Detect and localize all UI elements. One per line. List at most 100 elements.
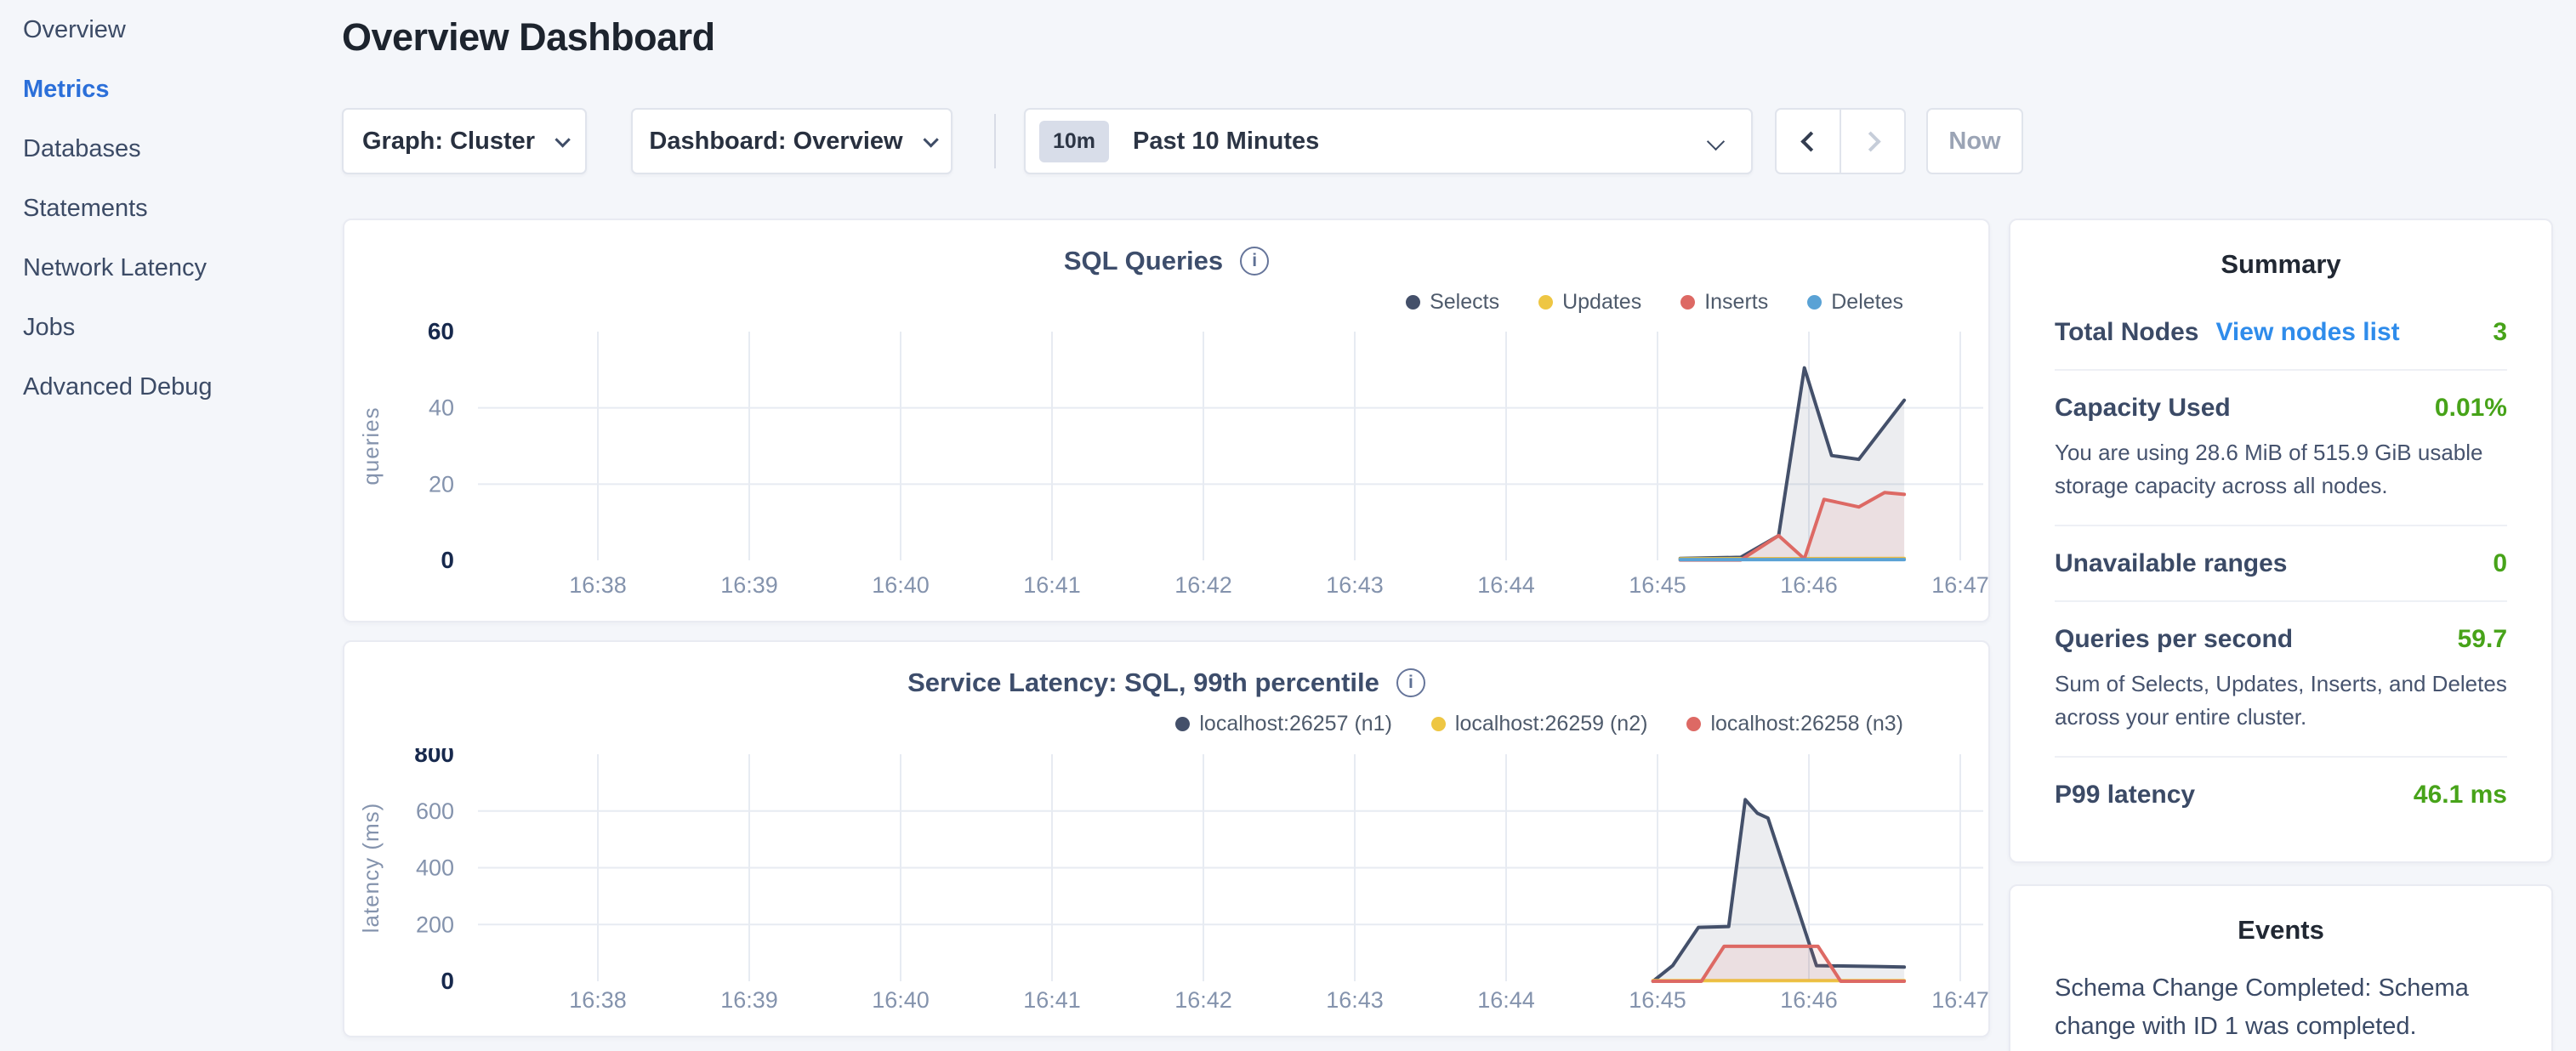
sidebar-item-network-latency[interactable]: Network Latency: [23, 255, 329, 281]
x-axis-tick-label: 16:38: [569, 987, 627, 1013]
chart-legend: Selects Updates Inserts Deletes: [1406, 290, 1903, 315]
legend-item[interactable]: Updates: [1538, 290, 1641, 315]
y-axis-label: latency (ms): [358, 803, 384, 934]
chevron-down-icon: [923, 132, 938, 147]
summary-row-value: 46.1 ms: [2414, 781, 2507, 810]
x-axis-tick-label: 16:40: [872, 987, 930, 1013]
time-next-button[interactable]: [1840, 108, 1906, 174]
chart-card-sql-queries: SQL Queries i Selects Updates Inserts Delet…: [343, 219, 1990, 622]
summary-row: Queries per second59.7Sum of Selects, Up…: [2055, 600, 2507, 756]
chevron-right-icon: [1860, 131, 1880, 151]
legend-dot-icon: [1807, 295, 1822, 310]
x-axis-tick-label: 16:42: [1174, 987, 1232, 1013]
legend-dot-icon: [1431, 717, 1446, 731]
x-axis-tick-label: 16:43: [1326, 572, 1384, 598]
x-axis-tick-label: 16:47: [1931, 987, 1989, 1013]
page-title: Overview Dashboard: [342, 15, 715, 60]
legend-item[interactable]: localhost:26257 (n1): [1175, 712, 1392, 736]
y-axis-tick-label: 40: [429, 395, 454, 421]
summary-row-value: 0: [2493, 549, 2507, 578]
x-axis-tick-label: 16:43: [1326, 987, 1384, 1013]
sidebar-item-overview[interactable]: Overview: [23, 17, 329, 43]
y-axis-tick-label: 600: [416, 798, 454, 824]
legend-label: localhost:26258 (n3): [1710, 712, 1903, 736]
y-axis-tick-label: 0: [441, 968, 454, 994]
event-text: Schema Change Completed: Schema change w…: [2055, 969, 2507, 1046]
graph-dropdown-label: Graph: Cluster: [362, 128, 535, 156]
summary-row: Capacity Used 0.01% You are using 28.6 MiB…: [2055, 369, 2507, 525]
sidebar-item-databases[interactable]: Databases: [23, 136, 329, 162]
sidebar-item-jobs[interactable]: Jobs: [23, 315, 329, 340]
legend-item[interactable]: Selects: [1406, 290, 1499, 315]
plot-svg[interactable]: 16:3816:3916:4016:4116:4216:4316:4416:45…: [344, 322, 1992, 607]
legend-dot-icon: [1686, 717, 1701, 731]
time-nav-group: [1775, 108, 1906, 174]
y-axis-tick-label: 0: [441, 547, 454, 573]
dashboard-dropdown[interactable]: Dashboard: Overview: [631, 108, 952, 174]
x-axis-tick-label: 16:39: [720, 987, 778, 1013]
x-axis-tick-label: 16:39: [720, 572, 778, 598]
summary-title: Summary: [2055, 220, 2507, 280]
legend-dot-icon: [1538, 295, 1553, 310]
summary-row-label: Total Nodes: [2055, 318, 2198, 347]
legend-label: Inserts: [1704, 290, 1768, 315]
y-axis-tick-label: 60: [428, 322, 454, 344]
x-axis-tick-label: 16:38: [569, 572, 627, 598]
sidebar: Overview Metrics Databases Statements Networ…: [23, 17, 329, 434]
legend-item[interactable]: Deletes: [1807, 290, 1903, 315]
x-axis-tick-label: 16:45: [1629, 572, 1686, 598]
graph-dropdown[interactable]: Graph: Cluster: [342, 108, 587, 174]
sidebar-item-statements[interactable]: Statements: [23, 196, 329, 221]
chart-title: Service Latency: SQL, 99th percentile: [907, 668, 1379, 698]
time-prev-button[interactable]: [1775, 108, 1841, 174]
summary-row-value: 59.7: [2458, 625, 2507, 654]
summary-row-value: 3: [2493, 318, 2507, 347]
plot-svg[interactable]: 16:38 16:39 16:40 16:41 16:42 16:43 16:44 16:45…: [344, 748, 1992, 1016]
x-axis-tick-label: 16:44: [1477, 987, 1535, 1013]
summary-rows: Total Nodes View nodes list 3 Capacity Used…: [2055, 295, 2507, 832]
legend-label: localhost:26259 (n2): [1455, 712, 1648, 736]
y-axis-tick-label: 20: [429, 471, 454, 497]
event-item[interactable]: Schema Change Completed: Schema change w…: [2055, 969, 2507, 1051]
x-axis-tick-label: 16:40: [872, 572, 930, 598]
summary-row-label: Unavailable ranges: [2055, 549, 2287, 578]
summary-row-label: P99 latency: [2055, 781, 2195, 810]
controls-divider: [994, 114, 996, 168]
summary-row: P99 latency 46.1 ms: [2055, 756, 2507, 832]
x-axis-tick-label: 16:46: [1780, 572, 1838, 598]
y-axis-tick-label: 200: [416, 912, 454, 937]
chart-title: SQL Queries: [1064, 246, 1223, 276]
plot-area[interactable]: 16:3816:3916:4016:4116:4216:4316:4416:45…: [344, 322, 1992, 611]
now-button[interactable]: Now: [1926, 108, 2023, 174]
summary-row-caption: Sum of Selects, Updates, Inserts, and De…: [2055, 668, 2507, 734]
legend-item[interactable]: localhost:26258 (n3): [1686, 712, 1903, 736]
x-axis-tick-label: 16:41: [1023, 987, 1081, 1013]
summary-row-label: Capacity Used: [2055, 394, 2231, 423]
events-panel: Events Schema Change Completed: Schema c…: [2009, 884, 2553, 1051]
summary-row-caption: You are using 28.6 MiB of 515.9 GiB usab…: [2055, 436, 2507, 503]
legend-label: Updates: [1562, 290, 1641, 315]
chart-legend: localhost:26257 (n1) localhost:26259 (n2)…: [1175, 712, 1903, 736]
sidebar-list: Overview Metrics Databases Statements Networ…: [23, 17, 329, 400]
legend-dot-icon: [1406, 295, 1420, 310]
view-nodes-list-link[interactable]: View nodes list: [2215, 318, 2399, 347]
info-icon[interactable]: i: [1396, 668, 1425, 697]
summary-panel: Summary Total Nodes View nodes list 3 Capac…: [2009, 219, 2553, 863]
sidebar-item-advanced-debug[interactable]: Advanced Debug: [23, 374, 329, 400]
events-list: Schema Change Completed: Schema change w…: [2055, 969, 2507, 1051]
sidebar-item-metrics[interactable]: Metrics: [23, 77, 329, 102]
legend-label: Deletes: [1831, 290, 1903, 315]
x-axis-tick-label: 16:47: [1931, 572, 1989, 598]
legend-label: localhost:26257 (n1): [1199, 712, 1392, 736]
summary-row-value: 0.01%: [2435, 394, 2507, 423]
legend-dot-icon: [1175, 717, 1190, 731]
x-axis-tick-label: 16:41: [1023, 572, 1081, 598]
info-icon[interactable]: i: [1240, 247, 1269, 276]
legend-item[interactable]: Inserts: [1680, 290, 1768, 315]
x-axis-tick-label: 16:44: [1477, 572, 1535, 598]
plot-area[interactable]: 16:38 16:39 16:40 16:41 16:42 16:43 16:44 16:45…: [344, 748, 1992, 1020]
x-axis-tick-label: 16:45: [1629, 987, 1686, 1013]
time-window-label: Past 10 Minutes: [1133, 128, 1319, 156]
legend-item[interactable]: localhost:26259 (n2): [1431, 712, 1648, 736]
time-window-picker[interactable]: 10m Past 10 Minutes: [1024, 108, 1753, 174]
